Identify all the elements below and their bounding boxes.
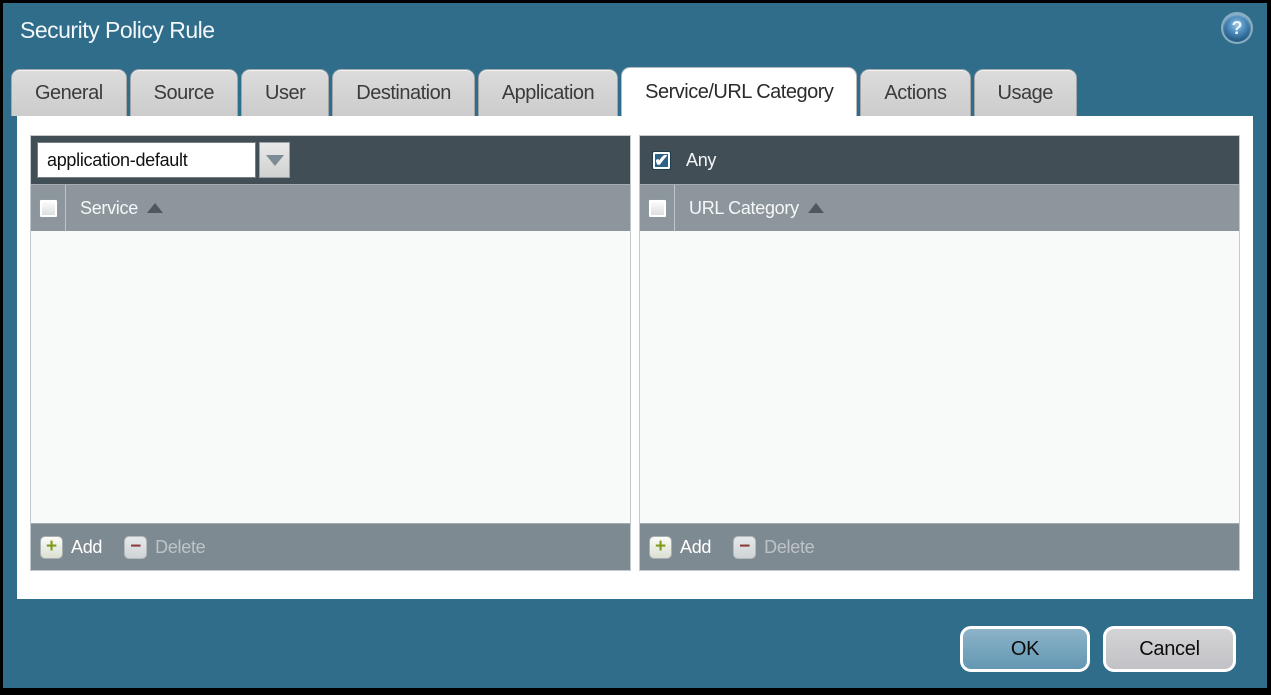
tab-bar: General Source User Destination Applicat… (11, 67, 1077, 116)
ok-button[interactable]: OK (960, 626, 1090, 672)
tab-actions[interactable]: Actions (860, 69, 971, 116)
service-panel-header: application-default (31, 136, 630, 184)
url-category-panel-toolbar: + Add − Delete (640, 523, 1239, 570)
service-type-dropdown-button[interactable] (259, 142, 290, 178)
url-category-column-sort[interactable]: URL Category (675, 198, 824, 219)
any-checkbox[interactable]: ✔ (652, 150, 671, 170)
tab-destination[interactable]: Destination (332, 69, 475, 116)
sort-ascending-icon (807, 203, 824, 213)
minus-icon: − (124, 535, 148, 559)
url-category-delete-label: Delete (764, 536, 815, 557)
security-policy-rule-dialog: Security Policy Rule ? General Source Us… (0, 0, 1271, 695)
url-category-delete-button[interactable]: − Delete (733, 535, 815, 559)
tab-user[interactable]: User (241, 69, 330, 116)
plus-icon: + (649, 535, 672, 559)
url-category-panel-header: ✔ Any (640, 136, 1239, 184)
service-delete-button[interactable]: − Delete (124, 535, 206, 559)
url-category-column-label: URL Category (689, 197, 799, 218)
service-panel: application-default Service + Add − Dele… (30, 135, 631, 571)
service-add-label: Add (71, 536, 103, 557)
service-select-all-checkbox[interactable] (38, 198, 58, 218)
url-category-column-header: URL Category (640, 184, 1239, 231)
service-delete-label: Delete (155, 536, 206, 557)
chevron-down-icon (265, 154, 284, 166)
service-type-value[interactable]: application-default (37, 142, 256, 178)
service-column-header: Service (31, 184, 630, 231)
cancel-button[interactable]: Cancel (1103, 626, 1236, 672)
tab-service-url-category[interactable]: Service/URL Category (621, 67, 858, 116)
tab-general[interactable]: General (11, 69, 127, 116)
tab-application[interactable]: Application (477, 69, 619, 116)
url-category-add-label: Add (680, 536, 712, 557)
dialog-action-buttons: OK Cancel (960, 626, 1236, 672)
service-column-label: Service (80, 197, 138, 218)
minus-icon: − (733, 535, 757, 559)
url-category-select-all-checkbox[interactable] (647, 198, 667, 218)
tab-usage[interactable]: Usage (973, 69, 1077, 116)
dialog-title: Security Policy Rule (20, 17, 215, 43)
url-category-add-button[interactable]: + Add (649, 535, 712, 559)
service-add-button[interactable]: + Add (40, 535, 103, 559)
service-type-select: application-default (37, 142, 290, 178)
any-option: ✔ Any (646, 150, 716, 171)
tab-source[interactable]: Source (129, 69, 239, 116)
url-category-panel: ✔ Any URL Category + Add − Delete (639, 135, 1240, 571)
tab-content-service-url-category: application-default Service + Add − Dele… (17, 116, 1253, 599)
service-column-sort[interactable]: Service (66, 198, 163, 219)
title-bar: Security Policy Rule ? (3, 3, 1267, 66)
help-icon[interactable]: ? (1223, 14, 1251, 42)
sort-ascending-icon (146, 203, 163, 213)
plus-icon: + (40, 535, 63, 559)
service-panel-toolbar: + Add − Delete (31, 523, 630, 570)
service-select-all-cell (31, 185, 65, 231)
any-label: Any (686, 149, 717, 170)
service-list-empty-area[interactable] (31, 231, 630, 523)
url-category-list-empty-area[interactable] (640, 231, 1239, 523)
url-category-select-all-cell (640, 185, 674, 231)
